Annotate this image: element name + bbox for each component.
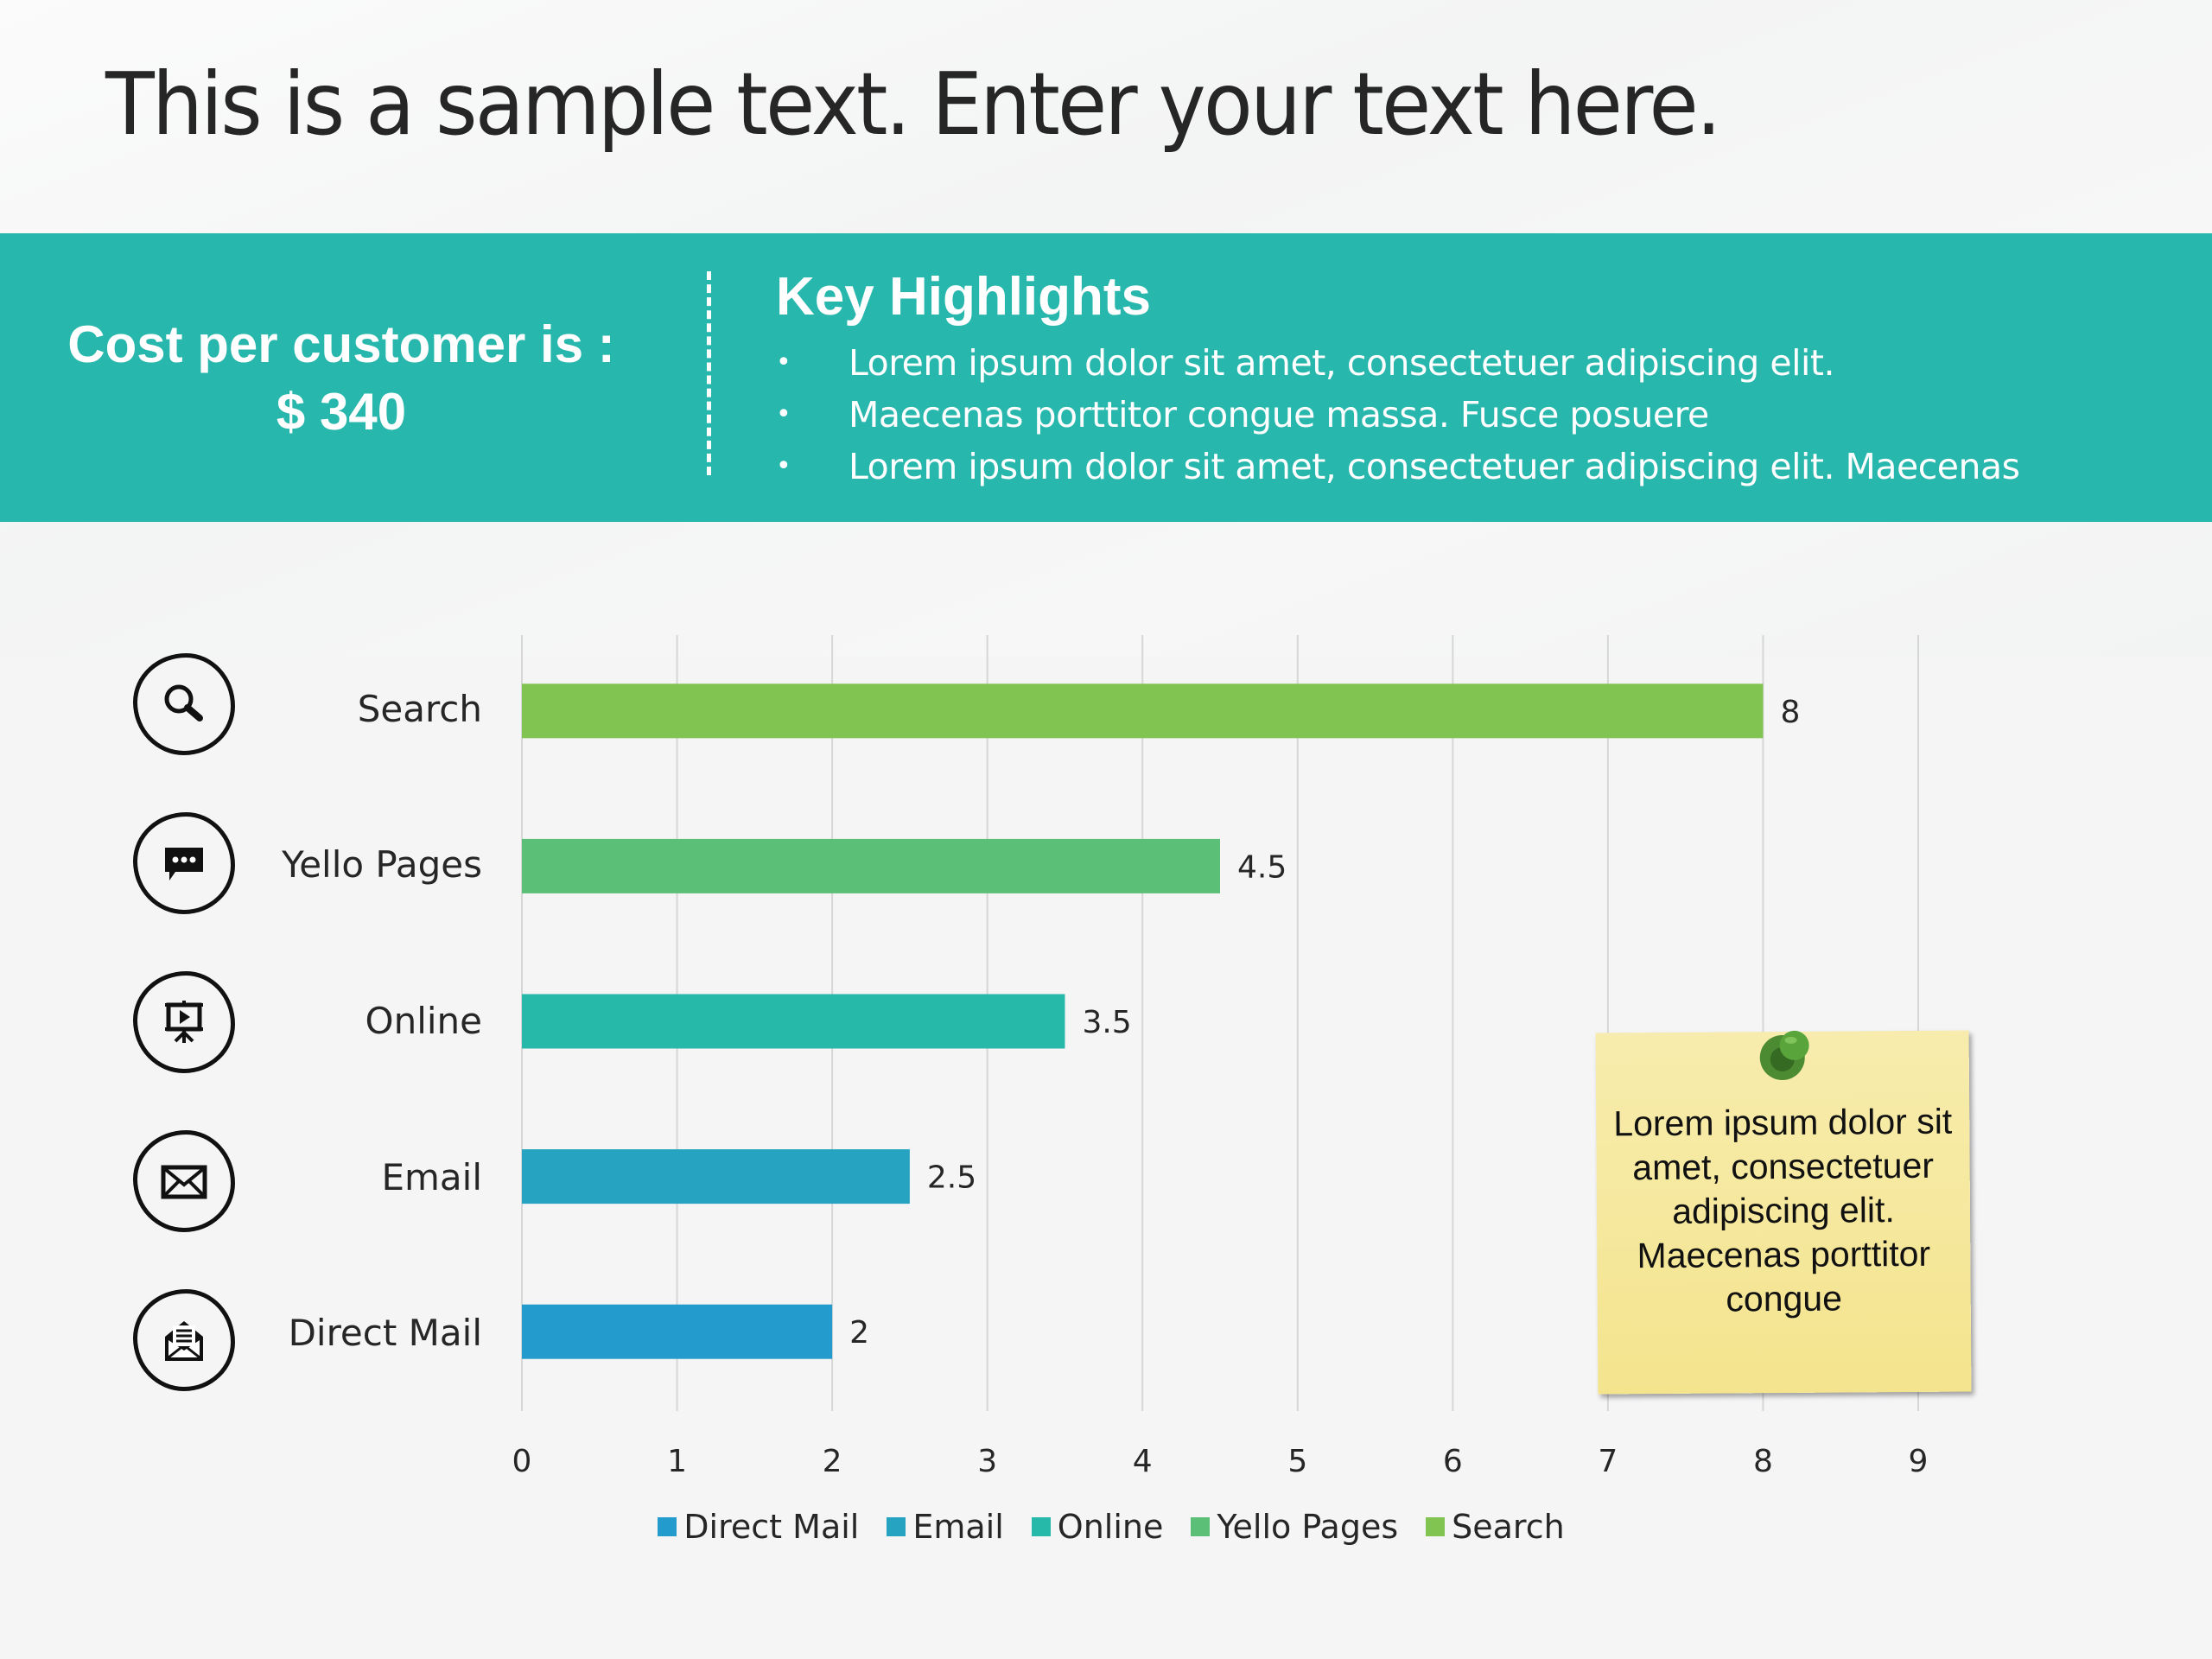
x-tick-label: 9 bbox=[1909, 1444, 1929, 1479]
legend-swatch bbox=[1031, 1517, 1051, 1536]
bar-search bbox=[522, 683, 1764, 739]
legend-item-search: Search bbox=[1426, 1508, 1565, 1546]
x-tick-label: 8 bbox=[1753, 1444, 1773, 1479]
legend-item-yello-pages: Yello Pages bbox=[1191, 1508, 1398, 1546]
x-tick-label: 4 bbox=[1133, 1444, 1153, 1479]
data-label: 4.5 bbox=[1237, 849, 1287, 885]
legend-swatch bbox=[1426, 1517, 1446, 1536]
legend-label: Search bbox=[1452, 1508, 1565, 1546]
sticky-note: Lorem ipsum dolor sit amet, consectetuer… bbox=[1595, 1030, 1972, 1395]
x-tick-label: 1 bbox=[667, 1444, 687, 1479]
pushpin-icon bbox=[1759, 1030, 1809, 1081]
x-tick-label: 0 bbox=[512, 1444, 532, 1479]
data-label: 8 bbox=[1780, 695, 1800, 730]
x-tick-label: 2 bbox=[823, 1444, 842, 1479]
legend-label: Online bbox=[1057, 1508, 1164, 1546]
legend-label: Direct Mail bbox=[683, 1508, 860, 1546]
bar-email bbox=[522, 1149, 910, 1205]
chart-legend: Direct Mail Email Online Yello Pages Sea… bbox=[0, 1508, 2212, 1546]
data-label: 2 bbox=[849, 1315, 869, 1351]
x-tick-label: 6 bbox=[1443, 1444, 1463, 1479]
x-axis-ticks: 0 1 2 3 4 5 6 7 8 9 bbox=[512, 1444, 1929, 1479]
x-tick-label: 7 bbox=[1598, 1444, 1618, 1479]
data-label: 3.5 bbox=[1082, 1005, 1131, 1040]
legend-swatch bbox=[1191, 1517, 1211, 1536]
data-label: 2.5 bbox=[927, 1160, 976, 1196]
legend-item-email: Email bbox=[887, 1508, 1004, 1546]
x-tick-label: 3 bbox=[977, 1444, 997, 1479]
legend-item-direct-mail: Direct Mail bbox=[658, 1508, 859, 1546]
bar-chart: 8 4.5 3.5 2.5 2 0 1 2 3 4 5 6 7 8 9 bbox=[512, 635, 1929, 1479]
x-tick-label: 5 bbox=[1287, 1444, 1307, 1479]
legend-swatch bbox=[658, 1517, 677, 1536]
legend-label: Email bbox=[912, 1508, 1004, 1546]
bar-online bbox=[522, 994, 1065, 1049]
legend-item-online: Online bbox=[1031, 1508, 1164, 1546]
legend-swatch bbox=[887, 1517, 906, 1536]
bar-direct-mail bbox=[522, 1304, 833, 1359]
bar-yello-pages bbox=[522, 838, 1220, 893]
legend-label: Yello Pages bbox=[1217, 1508, 1399, 1546]
sticky-note-text: Lorem ipsum dolor sit amet, consectetuer… bbox=[1613, 1101, 1953, 1319]
